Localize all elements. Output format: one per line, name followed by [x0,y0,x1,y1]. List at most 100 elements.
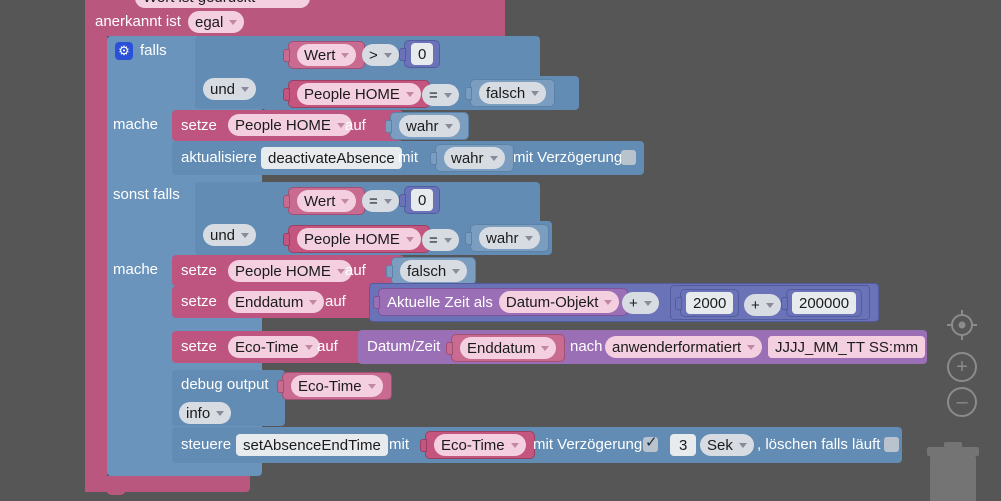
plug-icon [283,195,290,208]
comparison-operator-1b[interactable]: = [422,84,459,106]
control-variable-field[interactable]: Eco-Time [434,434,526,456]
control-delay-checkbox[interactable] [643,434,658,452]
math-operator-outer[interactable]: + [622,292,659,314]
debug-variable-block[interactable]: Eco-Time [277,372,392,400]
variable-field-wert-2[interactable]: Wert [297,190,357,212]
logic-boolean-block-set-1[interactable]: wahr [385,112,469,140]
crosshair-icon [947,310,977,340]
chevron-down-icon [367,383,376,389]
and-operator-dropdown-2[interactable]: und [203,224,257,246]
set-ecotime-dropdown[interactable]: Eco-Time [228,336,320,358]
variable-field-people-home-2[interactable]: People HOME [297,228,421,250]
variable-name-text: People HOME [304,230,400,248]
boolean-field-set-2[interactable]: falsch [400,260,468,282]
variable-name-text: Eco-Time [235,338,299,356]
set-ecotime-verb: setze [181,338,217,355]
set-enddatum-to-label: auf [325,293,346,310]
operator-text: > [369,46,378,64]
control-variable-block[interactable]: Eco-Time [420,431,535,459]
plug-icon [465,232,472,245]
chevron-down-icon [383,52,392,58]
logic-boolean-block-2[interactable]: wahr [465,224,549,252]
trash-button[interactable] [927,442,979,501]
update-object-id-field[interactable]: deactivateAbsence [261,147,402,169]
control-delay-label: mit Verzögerung [533,436,643,453]
control-clear-checkbox[interactable] [884,437,899,452]
set-enddatum-dropdown[interactable]: Enddatum [228,291,325,313]
variable-name-text: People HOME [235,262,331,280]
math-number-right[interactable]: 200000 [781,289,863,317]
chevron-down-icon [405,91,414,97]
control-verb: steuere [181,436,232,453]
current-time-format-dropdown[interactable]: Datum-Objekt [498,291,620,313]
set-to-label-2: auf [345,262,366,279]
variable-field-people-home-1[interactable]: People HOME [297,83,421,105]
zoom-in-button[interactable]: + [947,352,977,382]
datetime-source-variable-field[interactable]: Enddatum [460,337,557,359]
recognized-value-dropdown[interactable]: egal [188,11,245,33]
control-delay-value-field[interactable]: 3 [670,434,697,456]
zoom-out-button[interactable]: – [947,387,977,417]
variable-block-people-home-2[interactable]: People HOME [283,225,430,253]
comparison-operator-2a[interactable]: = [362,190,399,212]
comparison-operator-1a[interactable]: > [362,44,399,66]
set-verb-1: setze [181,117,217,134]
plug-icon [283,233,290,246]
control-object-id-field[interactable]: setAbsenceEndTime [236,434,388,456]
variable-block-wert-1[interactable]: Wert [283,41,366,69]
plug-icon [283,49,290,62]
boolean-field-update[interactable]: wahr [444,147,505,169]
chevron-down-icon [524,235,533,241]
debug-variable-field[interactable]: Eco-Time [291,375,383,397]
outer-block-bottom-notch [106,485,126,495]
datetime-format-mode-dropdown[interactable]: anwenderformatiert [605,336,763,358]
control-delay-unit-dropdown[interactable]: Sek [700,434,754,456]
variable-field-wert-1[interactable]: Wert [297,44,357,66]
math-number-left[interactable]: 2000 [675,289,740,317]
logic-boolean-block-update[interactable]: wahr [430,144,514,172]
debug-level-dropdown[interactable]: info [179,402,232,424]
boolean-field-set-1[interactable]: wahr [399,115,460,137]
chevron-down-icon [510,442,519,448]
number-field-right[interactable]: 200000 [792,292,857,314]
number-field-2[interactable]: 0 [411,189,434,211]
chevron-down-icon [443,237,452,243]
blockly-workspace[interactable]: Wert ist gedrückt anerkannt ist egal ⚙ f… [0,0,1001,501]
chevron-down-icon [747,344,756,350]
set-variable-dropdown-1[interactable]: People HOME [228,114,352,136]
plug-icon [465,87,472,100]
variable-name-text: Wert [304,192,336,210]
and-operator-dropdown-1[interactable]: und [203,78,257,100]
debug-level-text: info [186,404,211,422]
chevron-down-icon [489,155,498,161]
current-time-block[interactable]: Aktuelle Zeit als Datum-Objekt [373,288,629,316]
variable-block-wert-2[interactable]: Wert [283,187,366,215]
math-number-block-1[interactable]: 0 [399,40,441,68]
set-variable-dropdown-2[interactable]: People HOME [228,260,352,282]
logic-boolean-block-set-2[interactable]: falsch [386,257,477,285]
logic-boolean-block-1[interactable]: falsch [465,79,556,107]
number-field-left[interactable]: 2000 [686,292,734,314]
variable-block-people-home-1[interactable]: People HOME [283,80,430,108]
chevron-down-icon [643,300,652,306]
plug-icon [446,342,453,355]
gear-icon[interactable]: ⚙ [115,42,133,60]
datetime-format-string-field[interactable]: JJJJ_MM_TT SS:mm [768,336,926,358]
datetime-source-variable-block[interactable]: Enddatum [446,334,566,362]
number-field-1[interactable]: 0 [411,43,434,65]
math-number-block-2[interactable]: 0 [399,186,441,214]
update-delay-checkbox[interactable] [621,150,636,165]
plus-icon: + [947,352,977,382]
chevron-down-icon [405,236,414,242]
math-operator-inner[interactable]: + [744,294,781,316]
outer-trigger-block-left-spine[interactable] [85,0,107,492]
datetime-to-word: nach [570,338,603,355]
boolean-field-2[interactable]: wahr [479,227,540,249]
boolean-field-1[interactable]: falsch [479,82,547,104]
plug-icon [399,48,406,61]
chevron-down-icon [444,123,453,129]
format-text: Datum-Objekt [505,293,599,311]
variable-name-text: Eco-Time [441,436,505,454]
center-blocks-button[interactable] [947,310,977,345]
comparison-operator-2b[interactable]: = [422,229,459,251]
